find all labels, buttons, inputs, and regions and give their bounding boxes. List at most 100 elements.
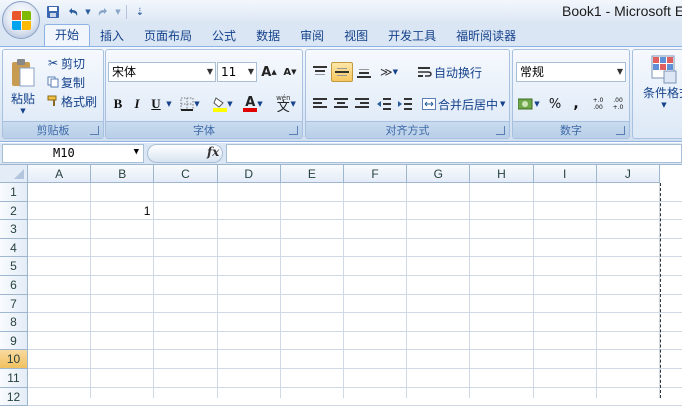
accounting-format-button[interactable]: ▼ (516, 94, 542, 114)
formula-input[interactable] (226, 144, 682, 163)
number-format-value: 常规 (520, 65, 545, 79)
cell-b2[interactable]: 1 (91, 204, 151, 218)
phonetic-guide-button[interactable]: wén 文 ▼ (272, 94, 300, 114)
percent-label: % (548, 96, 562, 112)
bold-button[interactable]: B (109, 94, 127, 114)
align-middle-button[interactable] (331, 62, 353, 82)
underline-button[interactable]: U (147, 94, 165, 114)
number-dialog-launcher-icon[interactable] (616, 126, 625, 135)
row-header-9[interactable]: 9 (0, 331, 28, 351)
increase-decimal-button[interactable]: +.0 .00 (589, 94, 607, 114)
select-all-button[interactable] (0, 165, 28, 183)
tab-view[interactable]: 视图 (334, 26, 378, 46)
font-dialog-launcher-icon[interactable] (289, 126, 298, 135)
paste-dropdown-icon: ▼ (20, 106, 26, 115)
merge-center-label: 合并后居中 (438, 97, 499, 112)
number-format-select[interactable]: 常规 ▼ (516, 62, 626, 82)
cut-button[interactable]: ✂ 剪切 (45, 54, 85, 72)
font-color-button[interactable]: A ▼ (240, 94, 266, 114)
row-header-12[interactable]: 12 (0, 387, 28, 406)
row-header-11[interactable]: 11 (0, 369, 28, 388)
font-size-select[interactable]: 11 ▼ (217, 62, 257, 82)
underline-dropdown-icon[interactable]: ▼ (165, 94, 173, 114)
column-header-c[interactable]: C (154, 165, 218, 183)
increase-indent-button[interactable] (395, 94, 415, 114)
column-header-d[interactable]: D (217, 165, 281, 183)
conditional-format-label: 条件格式 (642, 86, 682, 100)
column-header-j[interactable]: J (596, 165, 660, 183)
grid-column-line (406, 183, 408, 398)
chevron-down-icon[interactable]: ▼ (134, 144, 139, 161)
borders-button[interactable]: ▼ (178, 94, 202, 114)
align-bottom-button[interactable] (354, 62, 374, 82)
customize-icon[interactable]: ⇣ (131, 3, 149, 21)
grid-column-line (469, 183, 471, 398)
tab-review[interactable]: 审阅 (290, 26, 334, 46)
tab-insert[interactable]: 插入 (90, 26, 134, 46)
column-header-h[interactable]: H (470, 165, 534, 183)
font-color-letter: A (245, 94, 256, 110)
tab-developer[interactable]: 开发工具 (378, 26, 446, 46)
column-header-i[interactable]: I (533, 165, 597, 183)
chevron-down-icon: ▼ (247, 67, 254, 76)
row-header-2[interactable]: 2 (0, 201, 28, 221)
row-header-10[interactable]: 10 (0, 350, 28, 369)
align-left-button[interactable] (310, 94, 330, 114)
shrink-font-button[interactable]: A ▼ (280, 62, 300, 82)
tab-page-layout[interactable]: 页面布局 (134, 26, 202, 46)
row-header-3[interactable]: 3 (0, 220, 28, 239)
grid-row-line (28, 219, 682, 221)
column-header-b[interactable]: B (91, 165, 155, 183)
align-top-button[interactable] (310, 62, 330, 82)
undo-icon[interactable] (64, 3, 82, 21)
column-header-f[interactable]: F (344, 165, 408, 183)
tab-formulas[interactable]: 公式 (202, 26, 246, 46)
wrap-text-button[interactable]: 自动换行 (416, 62, 482, 82)
decrease-decimal-button[interactable]: .00 +.0 (609, 94, 627, 114)
paste-icon (10, 58, 36, 88)
comma-style-button[interactable]: , (567, 94, 585, 114)
row-header-1[interactable]: 1 (0, 183, 28, 202)
decrease-indent-button[interactable] (374, 94, 394, 114)
tab-home[interactable]: 开始 (44, 24, 91, 46)
column-header-g[interactable]: G (407, 165, 471, 183)
column-header-e[interactable]: E (280, 165, 344, 183)
redo-icon[interactable] (94, 3, 112, 21)
italic-button[interactable]: I (128, 94, 146, 114)
tab-foxit-reader[interactable]: 福昕阅读器 (446, 26, 526, 46)
tab-data[interactable]: 数据 (246, 26, 290, 46)
row-header-8[interactable]: 8 (0, 313, 28, 332)
row-header-4[interactable]: 4 (0, 238, 28, 258)
align-center-button[interactable] (331, 94, 351, 114)
row-header-6[interactable]: 6 (0, 276, 28, 295)
name-box[interactable]: M10 ▼ (2, 144, 144, 163)
redo-dropdown-icon[interactable]: ▼ (114, 3, 122, 21)
fill-bucket-icon (213, 96, 228, 112)
insert-function-icon[interactable]: fx (207, 145, 219, 159)
grow-font-button[interactable]: A ▲ (259, 62, 279, 82)
align-right-button[interactable] (352, 94, 372, 114)
conditional-format-button[interactable]: 条件格式 ▼ (635, 52, 682, 120)
paste-label: 粘贴 (10, 91, 35, 106)
undo-dropdown-icon[interactable]: ▼ (84, 3, 92, 21)
merge-center-button[interactable]: 合并后居中 ▼ (420, 94, 505, 114)
paste-button[interactable]: 粘贴 ▼ (6, 52, 40, 120)
orientation-button[interactable]: ≫ ▼ (376, 62, 402, 82)
office-button[interactable] (2, 1, 40, 39)
font-group: 宋体 ▼ 11 ▼ A ▲ A ▼ B I U ▼ ▼ ▼ A ▼ wén 文 … (105, 49, 303, 139)
clipboard-dialog-launcher-icon[interactable] (90, 126, 99, 135)
column-header-a[interactable]: A (28, 165, 92, 183)
alignment-dialog-launcher-icon[interactable] (496, 126, 505, 135)
grid-row-line (28, 293, 682, 295)
copy-button[interactable]: 复制 (45, 73, 85, 91)
save-icon[interactable] (44, 3, 62, 21)
format-painter-button[interactable]: 格式刷 (45, 92, 97, 110)
chevron-down-icon: ▼ (227, 100, 233, 108)
row-header-5[interactable]: 5 (0, 257, 28, 276)
font-family-select[interactable]: 宋体 ▼ (108, 62, 216, 82)
worksheet-grid[interactable]: ABCDEFGHIJ 1 2 3 4 5 6 7 8 9 10 11 12 1 (0, 165, 682, 406)
grow-font-label: A (261, 64, 272, 80)
row-header-7[interactable]: 7 (0, 294, 28, 314)
percent-style-button[interactable]: % (545, 94, 565, 114)
fill-color-button[interactable]: ▼ (210, 94, 236, 114)
